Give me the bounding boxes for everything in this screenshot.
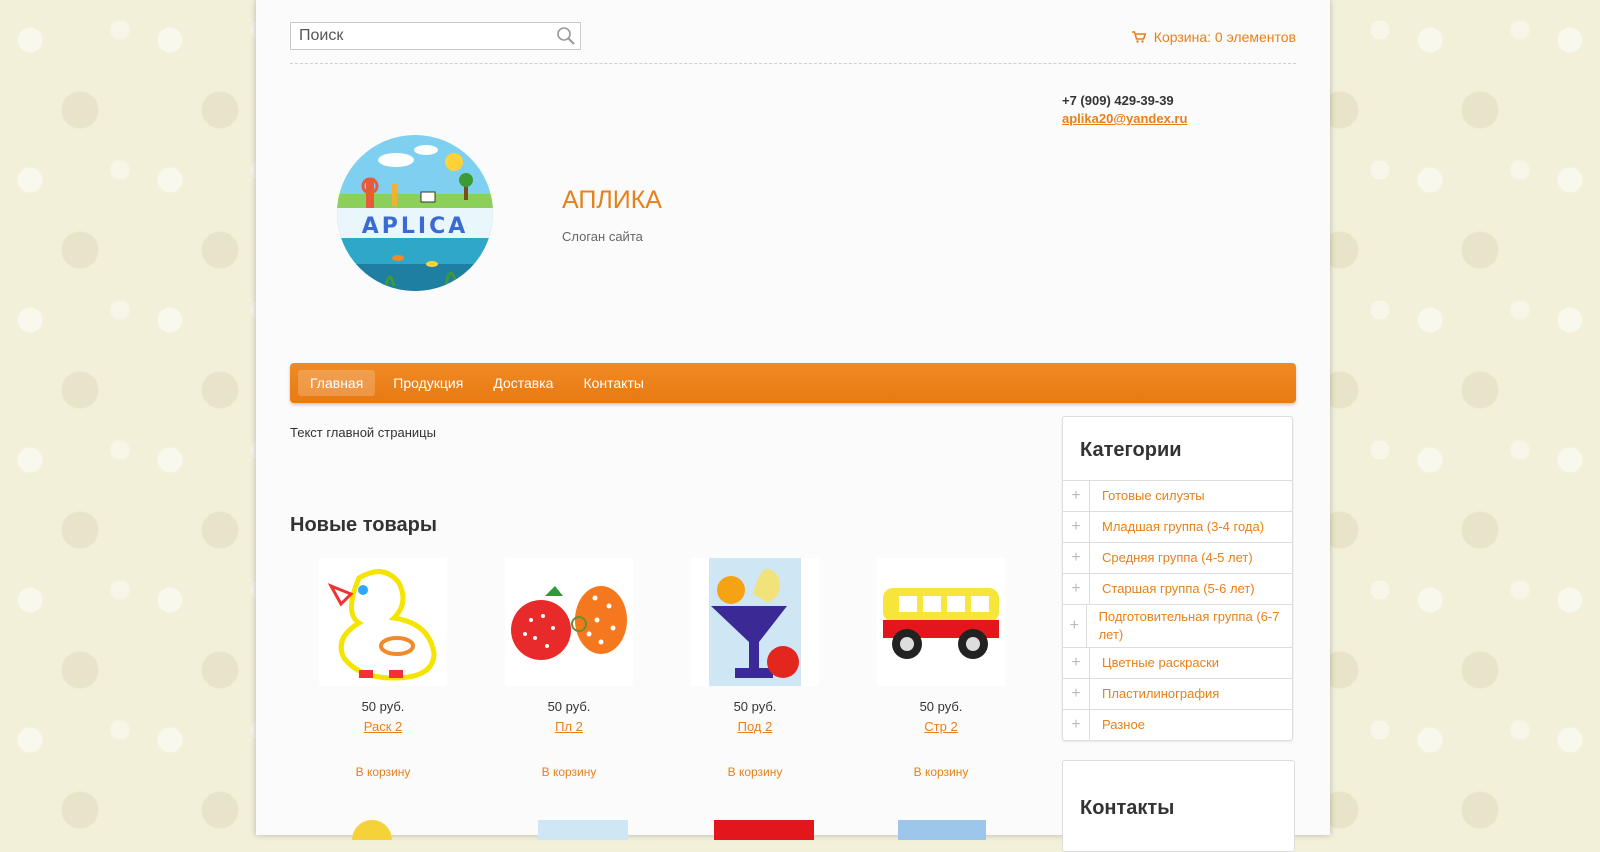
product-grid-next-row [290, 820, 1036, 840]
contacts-heading: Контакты [1080, 797, 1175, 819]
product-image-bus[interactable] [877, 558, 1005, 686]
phone-number: +7 (909) 429-39-39 [1062, 93, 1174, 108]
product-name-link[interactable]: Под 2 [662, 719, 848, 734]
product-name-link[interactable]: Раск 2 [290, 719, 476, 734]
main-page-text: Текст главной страницы [290, 425, 436, 440]
product-price: 50 руб. [733, 699, 777, 714]
expand-plus-icon[interactable]: + [1063, 512, 1090, 542]
category-label[interactable]: Цветные раскраски [1090, 651, 1231, 675]
category-label[interactable]: Младшая группа (3-4 года) [1090, 515, 1276, 539]
category-label[interactable]: Средняя группа (4-5 лет) [1090, 546, 1265, 570]
cart-label: Корзина: 0 элементов [1153, 29, 1296, 45]
site-slogan: Слоган сайта [562, 229, 643, 244]
add-to-cart-button[interactable]: В корзину [476, 765, 662, 779]
product-image[interactable] [714, 820, 814, 840]
main-nav: Главная Продукция Доставка Контакты [290, 363, 1296, 403]
cart-icon [1131, 31, 1146, 43]
categories-heading: Категории [1063, 417, 1292, 481]
cart-link[interactable]: Корзина: 0 элементов [1131, 29, 1296, 45]
category-item[interactable]: + Готовые силуэты [1063, 481, 1292, 512]
product-name-link[interactable]: Пл 2 [476, 719, 662, 734]
email-link[interactable]: aplika20@yandex.ru [1062, 110, 1187, 128]
sidebar: Категории + Готовые силуэты + Младшая груп… [1062, 416, 1293, 741]
expand-plus-icon[interactable]: + [1063, 481, 1090, 511]
expand-plus-icon[interactable]: + [1063, 710, 1090, 740]
nav-item-contacts[interactable]: Контакты [571, 370, 655, 396]
category-label[interactable]: Старшая группа (5-6 лет) [1090, 577, 1267, 601]
category-item[interactable]: + Пластилинография [1063, 679, 1292, 710]
site-title[interactable]: АПЛИКА [562, 186, 662, 215]
product-image-apples[interactable] [505, 558, 633, 686]
new-products-heading: Новые товары [290, 514, 437, 536]
category-label[interactable]: Пластилинография [1090, 682, 1231, 706]
product-card: 50 руб. Пл 2 В корзину [476, 558, 662, 779]
search-input[interactable] [291, 23, 557, 49]
search-icon[interactable] [556, 26, 576, 46]
category-item[interactable]: + Разное [1063, 710, 1292, 740]
expand-plus-icon[interactable]: + [1063, 543, 1090, 573]
add-to-cart-button[interactable]: В корзину [290, 765, 476, 779]
expand-plus-icon[interactable]: + [1063, 574, 1090, 604]
nav-item-delivery[interactable]: Доставка [481, 370, 565, 396]
contacts-box: Контакты [1062, 760, 1295, 852]
product-card: 50 руб. Раск 2 В корзину [290, 558, 476, 779]
page-container: Корзина: 0 элементов +7 (909) 429-39-39 … [256, 0, 1330, 852]
header-divider [290, 63, 1296, 64]
category-label[interactable]: Разное [1090, 713, 1157, 737]
category-item[interactable]: + Средняя группа (4-5 лет) [1063, 543, 1292, 574]
expand-plus-icon[interactable]: + [1063, 679, 1090, 709]
logo-text: APLICA [362, 214, 469, 239]
product-price: 50 руб. [547, 699, 591, 714]
product-image[interactable] [538, 820, 628, 840]
product-price: 50 руб. [361, 699, 405, 714]
expand-plus-icon[interactable]: + [1063, 605, 1087, 647]
add-to-cart-button[interactable]: В корзину [848, 765, 1034, 779]
expand-plus-icon[interactable]: + [1063, 648, 1090, 678]
nav-item-home[interactable]: Главная [298, 370, 376, 396]
product-card: 50 руб. Под 2 В корзину [662, 558, 848, 779]
product-image-duck[interactable] [319, 558, 447, 686]
product-name-link[interactable]: Стр 2 [848, 719, 1034, 734]
product-image[interactable] [898, 820, 986, 840]
header-contacts: +7 (909) 429-39-39 aplika20@yandex.ru [1062, 92, 1187, 128]
product-image-vase[interactable] [691, 558, 819, 686]
nav-item-products[interactable]: Продукция [381, 370, 475, 396]
categories-box: Категории + Готовые силуэты + Младшая груп… [1062, 416, 1293, 741]
product-card: 50 руб. Стр 2 В корзину [848, 558, 1034, 779]
category-item[interactable]: + Старшая группа (5-6 лет) [1063, 574, 1292, 605]
add-to-cart-button[interactable]: В корзину [662, 765, 848, 779]
category-item[interactable]: + Цветные раскраски [1063, 648, 1292, 679]
product-image[interactable] [352, 820, 392, 840]
category-item[interactable]: + Младшая группа (3-4 года) [1063, 512, 1292, 543]
category-item[interactable]: + Подготовительная группа (6-7 лет) [1063, 605, 1292, 648]
category-label[interactable]: Подготовительная группа (6-7 лет) [1087, 605, 1292, 647]
search-box [290, 22, 581, 50]
product-price: 50 руб. [919, 699, 963, 714]
category-label[interactable]: Готовые силуэты [1090, 484, 1217, 508]
site-logo[interactable]: APLICA [336, 134, 494, 292]
